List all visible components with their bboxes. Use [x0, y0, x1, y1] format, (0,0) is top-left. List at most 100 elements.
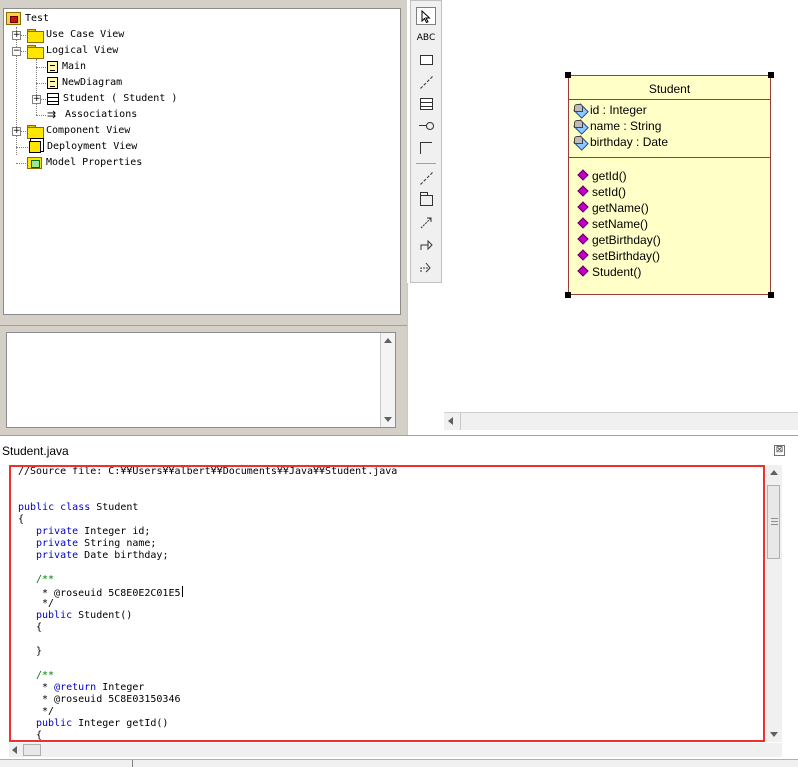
- diagram-horizontal-scrollbar[interactable]: [444, 412, 798, 430]
- unidirectional-association-tool[interactable]: [416, 139, 436, 157]
- expand-plus-icon[interactable]: +: [12, 31, 21, 40]
- collapse-minus-icon[interactable]: −: [12, 47, 21, 56]
- resize-handle[interactable]: [768, 72, 774, 78]
- tree-connector: [36, 67, 46, 68]
- code-line: {: [36, 730, 43, 741]
- operation-label: getId(): [592, 169, 627, 183]
- attribute-birthday[interactable]: birthday : Date: [569, 134, 770, 150]
- tree-item-component-view[interactable]: Component View: [27, 123, 130, 139]
- code-line: public class Student: [18, 502, 138, 514]
- pointer-icon: [421, 9, 431, 23]
- tree-item-label: Test: [25, 13, 50, 24]
- public-operation-icon: [577, 168, 589, 181]
- documentation-text-area[interactable]: [6, 332, 396, 428]
- text-caret: [181, 586, 183, 597]
- public-operation-icon: [577, 264, 589, 277]
- dependency-tool[interactable]: [416, 213, 436, 231]
- tree-item-use-case-view[interactable]: Use Case View: [27, 27, 125, 43]
- code-horizontal-scrollbar[interactable]: [9, 743, 782, 757]
- scroll-up-icon[interactable]: [384, 338, 392, 343]
- code-text: String name;: [78, 538, 157, 549]
- attribute-name[interactable]: name : String: [569, 118, 770, 134]
- attribute-label: id : Integer: [590, 103, 647, 117]
- scroll-down-icon[interactable]: [384, 417, 392, 422]
- scroll-up-icon[interactable]: [770, 470, 778, 475]
- tree-item-associations[interactable]: ⇉ Associations: [47, 107, 137, 122]
- scroll-down-icon[interactable]: [770, 732, 778, 737]
- generalization-tool[interactable]: [416, 235, 436, 253]
- note-icon: [419, 55, 433, 65]
- operation-getname[interactable]: getName(): [569, 200, 770, 216]
- selection-tool[interactable]: [416, 7, 436, 25]
- code-keyword: public class: [18, 502, 91, 513]
- code-keyword: public: [36, 718, 73, 729]
- close-icon[interactable]: ⊠: [774, 445, 785, 456]
- anchor-note-tool[interactable]: [416, 73, 436, 91]
- toolbox-separator: [416, 163, 436, 164]
- operation-constructor[interactable]: Student(): [569, 264, 770, 280]
- scrollbar-thumb[interactable]: [23, 744, 41, 756]
- tree-item-model-properties[interactable]: Model Properties: [27, 155, 142, 170]
- class-student[interactable]: Student id : Integer name : String birth…: [568, 75, 771, 295]
- class-tool[interactable]: [416, 95, 436, 113]
- resize-handle[interactable]: [565, 292, 571, 298]
- code-line: }: [36, 646, 43, 657]
- tree-item-label: Logical View: [46, 45, 119, 56]
- interface-tool[interactable]: [416, 117, 436, 135]
- tree-item-logical-view[interactable]: Logical View: [27, 43, 119, 59]
- model-root-icon: [6, 12, 21, 25]
- scrollbar-thumb[interactable]: [767, 485, 780, 559]
- documentation-scrollbar[interactable]: [380, 333, 395, 427]
- code-line: private Date birthday;: [36, 550, 168, 562]
- resize-handle[interactable]: [768, 292, 774, 298]
- tree-item-label: Use Case View: [46, 29, 125, 40]
- class-diagram-icon: [47, 60, 58, 73]
- code-keyword: private: [36, 550, 79, 561]
- operation-setid[interactable]: setId(): [569, 184, 770, 200]
- code-line: public Integer getId(): [36, 718, 168, 730]
- package-tool[interactable]: [416, 191, 436, 209]
- attribute-id[interactable]: id : Integer: [569, 102, 770, 118]
- code-line: {: [18, 514, 25, 525]
- scroll-left-icon[interactable]: [448, 417, 453, 425]
- operation-label: setId(): [592, 185, 627, 199]
- attribute-label: birthday : Date: [590, 135, 669, 149]
- code-text-area[interactable]: //Source file: C:¥¥Users¥¥albert¥¥Docume…: [9, 465, 765, 742]
- model-browser-tree[interactable]: Test + Use Case View − Logical View Main…: [3, 8, 401, 315]
- dashed-line-icon: [420, 76, 433, 89]
- tree-item-main-diagram[interactable]: Main: [47, 59, 86, 74]
- code-keyword: private: [36, 526, 79, 537]
- operation-label: getName(): [592, 201, 649, 215]
- operation-getbirthday[interactable]: getBirthday(): [569, 232, 770, 248]
- pane-splitter[interactable]: [407, 283, 444, 435]
- operation-label: setBirthday(): [592, 249, 661, 263]
- grip-line: [771, 518, 778, 519]
- editor-title: Student.java: [2, 444, 69, 458]
- tree-item-label: Model Properties: [46, 157, 143, 168]
- code-vertical-scrollbar[interactable]: [766, 465, 782, 742]
- code-comment: /**: [36, 670, 55, 681]
- note-tool[interactable]: [416, 51, 436, 69]
- code-line: {: [36, 622, 43, 633]
- realize-tool[interactable]: [416, 257, 436, 275]
- public-operation-icon: [577, 184, 589, 197]
- operation-getid[interactable]: getId(): [569, 168, 770, 184]
- diagram-toolbox: ABC: [410, 0, 442, 283]
- tree-item-newdiagram[interactable]: NewDiagram: [47, 75, 122, 90]
- grip-line: [771, 524, 778, 525]
- deployment-node-icon: [29, 140, 41, 153]
- package-icon: [419, 191, 433, 206]
- tree-item-label: Associations: [65, 109, 138, 120]
- scroll-left-icon[interactable]: [12, 746, 17, 754]
- resize-handle[interactable]: [565, 72, 571, 78]
- expand-plus-icon[interactable]: +: [12, 127, 21, 136]
- tree-item-deployment-view[interactable]: Deployment View: [29, 139, 137, 154]
- association-class-tool[interactable]: [416, 169, 436, 187]
- text-tool[interactable]: ABC: [416, 29, 436, 47]
- expand-plus-icon[interactable]: +: [32, 95, 41, 104]
- operation-setname[interactable]: setName(): [569, 216, 770, 232]
- code-text: * @roseuid 5C8E0E2C01E5: [36, 588, 181, 599]
- tree-item-student-class[interactable]: Student ( Student ): [47, 91, 177, 106]
- tree-item-test[interactable]: Test: [6, 11, 49, 26]
- operation-setbirthday[interactable]: setBirthday(): [569, 248, 770, 264]
